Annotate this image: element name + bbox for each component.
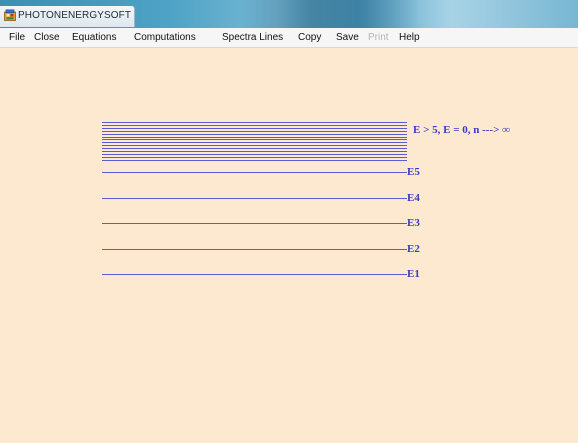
window-title: PHOTONENERGYSOFT: [18, 10, 132, 21]
continuum-line: [102, 159, 407, 161]
continuum-line: [102, 133, 407, 135]
energy-level-line-e3: [102, 223, 407, 224]
continuum-line: [102, 145, 407, 147]
menu-spectra-lines[interactable]: Spectra Lines: [222, 32, 283, 44]
menu-equations[interactable]: Equations: [72, 32, 116, 44]
energy-level-line-e5: [102, 172, 407, 173]
continuum-line: [102, 130, 407, 132]
menu-save[interactable]: Save: [336, 32, 359, 44]
menu-file[interactable]: File: [9, 32, 25, 44]
continuum-line: [102, 122, 407, 123]
energy-level-label-e4: E4: [407, 192, 420, 204]
energy-level-label-e3: E3: [407, 217, 420, 229]
continuum-label: E > 5, E = 0, n ---> ∞: [413, 124, 510, 136]
continuum-line: [102, 142, 407, 144]
energy-level-line-e1: [102, 274, 407, 275]
menu-help[interactable]: Help: [399, 32, 420, 44]
menu-bar: File Close Equations Computations Spectr…: [0, 28, 578, 48]
title-bar-gradient: [240, 0, 420, 28]
title-bar[interactable]: PHOTONENERGYSOFT: [0, 0, 578, 28]
continuum-line: [102, 148, 407, 150]
energy-level-label-e2: E2: [407, 243, 420, 255]
energy-level-diagram: E > 5, E = 0, n ---> ∞ E5 E4 E3 E2 E1: [0, 48, 578, 443]
continuum-line: [102, 153, 407, 155]
menu-computations[interactable]: Computations: [134, 32, 196, 44]
app-icon[interactable]: [4, 9, 16, 21]
app-window: PHOTONENERGYSOFT File Close Equations Co…: [0, 0, 578, 443]
energy-level-line-e4: [102, 198, 407, 199]
energy-level-line-e2: [102, 249, 407, 250]
continuum-line: [102, 124, 407, 126]
energy-level-label-e1: E1: [407, 268, 420, 280]
energy-level-label-e5: E5: [407, 166, 420, 178]
continuum-line: [102, 151, 407, 152]
menu-print: Print: [368, 32, 389, 43]
menu-copy[interactable]: Copy: [298, 32, 321, 44]
menu-close[interactable]: Close: [34, 32, 60, 44]
continuum-line: [102, 136, 407, 138]
continuum-line: [102, 139, 407, 141]
continuum-line: [102, 156, 407, 158]
continuum-line: [102, 127, 407, 129]
